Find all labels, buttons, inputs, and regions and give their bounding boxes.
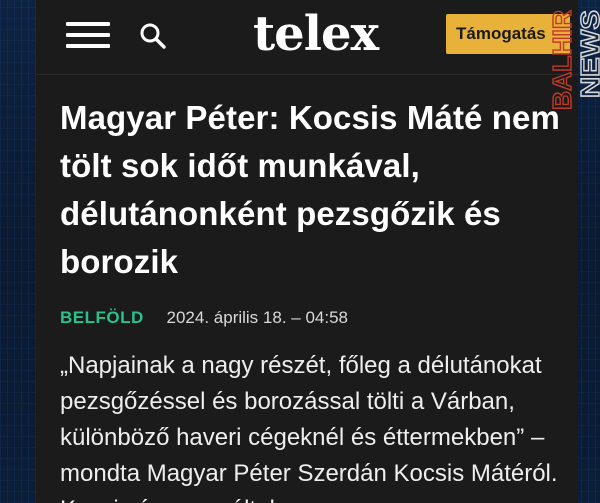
article: Magyar Péter: Kocsis Máté nem tölt sok i… <box>60 94 560 503</box>
mobile-screen: telex Támogatás Magyar Péter: Kocsis Mát… <box>36 0 578 503</box>
top-navigation-bar: telex Támogatás <box>36 0 578 75</box>
site-logo[interactable]: telex <box>253 3 379 65</box>
publish-date: 2024. április 18. – 04:58 <box>166 308 348 327</box>
menu-line <box>66 44 110 48</box>
menu-line <box>66 22 110 26</box>
article-headline[interactable]: Magyar Péter: Kocsis Máté nem tölt sok i… <box>60 94 560 286</box>
watermark-balhir: BALHIR <box>547 10 577 110</box>
category-link[interactable]: BELFÖLD <box>60 308 144 327</box>
balhir-news-watermark: BALHIR NEWS <box>546 9 600 110</box>
menu-line <box>66 33 110 37</box>
article-meta: BELFÖLD 2024. április 18. – 04:58 <box>60 306 560 330</box>
hamburger-menu-icon[interactable] <box>66 22 110 48</box>
watermark-news: NEWS <box>575 10 600 98</box>
search-icon[interactable] <box>139 22 167 50</box>
article-lead: „Napjainak a nagy részét, főleg a délutá… <box>60 352 558 503</box>
